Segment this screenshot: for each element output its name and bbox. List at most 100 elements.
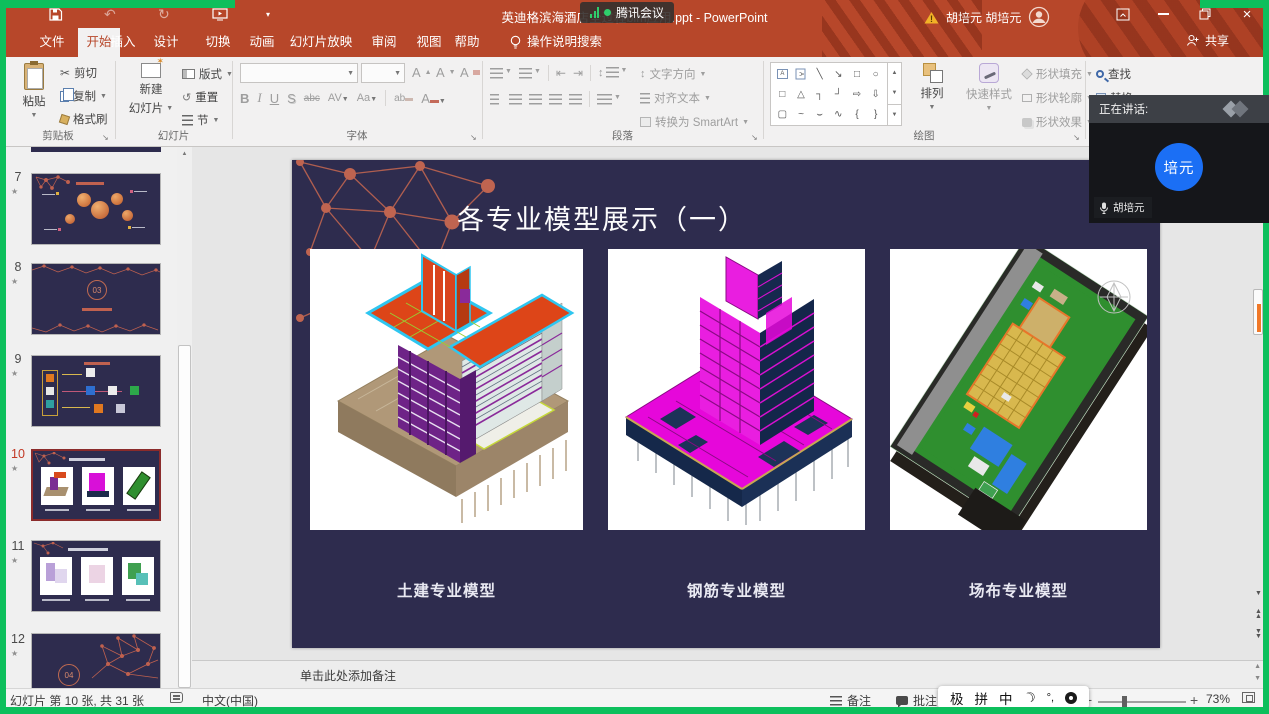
numbering-button[interactable]: ▼ — [519, 68, 541, 79]
avatar-icon[interactable] — [1028, 6, 1050, 28]
tab-insert[interactable]: 插入 — [103, 28, 143, 57]
shapes-gallery[interactable]: AA╲↘□○ □△┐┘⇨⇩ ▢~⌣∿{} ▲▼▼ — [770, 62, 902, 126]
ime-punctuation-icon[interactable]: °, — [1047, 692, 1054, 704]
notes-scroll-up-icon[interactable]: ▲ — [1254, 663, 1261, 670]
meeting-floating-pill[interactable]: 腾讯会议 — [580, 2, 674, 23]
bold-button[interactable]: B — [240, 91, 249, 106]
share-button[interactable]: 共享 — [1186, 32, 1229, 49]
grow-font-button[interactable]: A▲ — [412, 65, 432, 80]
tab-file[interactable]: 文件 — [28, 28, 76, 57]
meeting-overlay-header[interactable]: 正在讲话: — [1089, 95, 1269, 123]
drawing-dialog-launcher-icon[interactable]: ↘ — [1073, 133, 1080, 142]
slide-area-scrollbar-thumb[interactable] — [1253, 289, 1263, 335]
text-highlight-button[interactable]: ab — [394, 93, 413, 104]
italic-button[interactable]: I — [257, 90, 261, 106]
character-spacing-button[interactable]: AV▼ — [328, 92, 349, 104]
reset-button[interactable]: ↺ 重置 — [182, 89, 218, 105]
minimize-button[interactable] — [1146, 0, 1180, 28]
paragraph-dialog-launcher-icon[interactable]: ↘ — [751, 133, 758, 142]
ime-mode-1[interactable]: 极 — [950, 688, 964, 708]
font-color-button[interactable]: A▼ — [421, 91, 446, 106]
copy-button[interactable]: 复制 ▼ — [60, 88, 107, 104]
tell-me-search[interactable]: 操作说明搜索 — [527, 28, 627, 57]
paste-button[interactable]: 粘贴 ▼ — [12, 63, 56, 119]
caption-site[interactable]: 场布专业模型 — [890, 579, 1147, 601]
tab-review[interactable]: 审阅 — [364, 28, 404, 57]
tab-transitions[interactable]: 切换 — [198, 28, 238, 57]
font-name-combo[interactable]: ▼ — [240, 63, 358, 83]
notes-scroll-down-icon[interactable]: ▼ — [1254, 675, 1261, 682]
justify-icon[interactable] — [549, 94, 562, 105]
tab-design[interactable]: 设计 — [146, 28, 186, 57]
shape-fill-button[interactable]: 形状填充▼ — [1022, 66, 1093, 82]
new-slide-button[interactable]: 新建 幻灯片▼ — [124, 63, 178, 116]
tab-animations[interactable]: 动画 — [242, 28, 282, 57]
zoom-in-button[interactable]: + — [1190, 692, 1198, 708]
caption-rebar[interactable]: 钢筋专业模型 — [608, 579, 865, 601]
notes-placeholder[interactable]: 单击此处添加备注 — [300, 667, 396, 684]
find-button[interactable]: 查找 — [1096, 66, 1131, 82]
line-spacing-button[interactable]: ↕▼ — [598, 67, 627, 79]
clear-formatting-button[interactable]: A — [460, 65, 480, 80]
notes-pane[interactable]: 单击此处添加备注 ▲ ▼ — [192, 660, 1269, 688]
accessibility-book-icon[interactable] — [170, 692, 183, 703]
decrease-indent-icon[interactable]: ⇤ — [556, 66, 566, 80]
thumbnail-slide-11[interactable] — [31, 540, 161, 612]
model-image-rebar[interactable] — [608, 249, 865, 530]
layout-button[interactable]: 版式▼ — [182, 66, 233, 82]
thumbnail-scrollbar-thumb[interactable] — [178, 345, 191, 688]
tab-help[interactable]: 帮助 — [447, 28, 487, 57]
model-image-civil[interactable] — [310, 249, 583, 530]
caption-civil[interactable]: 土建专业模型 — [310, 579, 583, 601]
account-area[interactable]: ! 胡培元 胡培元 — [924, 6, 1050, 28]
layout-icon — [182, 69, 195, 79]
align-text-button[interactable]: 对齐文本▼ — [640, 90, 711, 106]
text-shadow-button[interactable]: S — [287, 91, 296, 106]
font-dialog-launcher-icon[interactable]: ↘ — [470, 133, 477, 142]
arrange-button[interactable]: 排列 ▼ — [908, 63, 956, 111]
font-size-combo[interactable]: ▼ — [361, 63, 405, 83]
ime-mode-3[interactable]: 中 — [999, 688, 1013, 708]
shrink-font-button[interactable]: A▼ — [436, 65, 456, 80]
model-image-site[interactable] — [890, 249, 1147, 530]
ribbon-display-options-icon[interactable] — [1106, 0, 1140, 28]
change-case-button[interactable]: Aa▼ — [357, 92, 377, 104]
fit-to-window-icon[interactable] — [1242, 692, 1255, 703]
align-left-icon[interactable] — [490, 94, 502, 105]
thumbnail-slide-12[interactable]: 04 — [31, 633, 161, 688]
shape-outline-button[interactable]: 形状轮廓▼ — [1022, 90, 1093, 106]
slide-title[interactable]: 各专业模型展示（一） — [292, 198, 912, 237]
thumbnail-scrollbar[interactable]: ▲ — [177, 147, 192, 688]
text-direction-button[interactable]: ↕ 文字方向▼ — [640, 66, 706, 82]
section-button[interactable]: 节▼ — [182, 112, 219, 128]
tab-slideshow[interactable]: 幻灯片放映 — [282, 28, 360, 57]
columns-button[interactable]: ▼ — [597, 94, 621, 105]
scroll-up-icon[interactable]: ▲ — [177, 151, 192, 157]
quick-styles-button[interactable]: 快速样式 ▼ — [960, 63, 1018, 112]
thumbnail-slide-8[interactable]: 03 — [31, 263, 161, 335]
ime-toolbar[interactable]: 极 拼 中 ☽ °, — [938, 686, 1089, 709]
zoom-slider-track[interactable] — [1098, 701, 1186, 703]
thumbnail-slide-7[interactable] — [31, 173, 161, 245]
ime-settings-gear-icon[interactable] — [1065, 692, 1077, 704]
clipboard-dialog-launcher-icon[interactable]: ↘ — [102, 133, 109, 142]
align-right-icon[interactable] — [529, 94, 542, 105]
tab-view[interactable]: 视图 — [409, 28, 449, 57]
bullets-button[interactable]: ▼ — [490, 68, 512, 79]
strikethrough-button[interactable]: abc — [304, 93, 320, 104]
slide-canvas[interactable]: 各专业模型展示（一） — [292, 160, 1160, 648]
thumbnail-slide-10-selected[interactable] — [31, 449, 161, 521]
thumbnail-partial-slide6[interactable] — [31, 147, 161, 152]
format-painter-button[interactable]: 格式刷 — [60, 111, 108, 127]
underline-button[interactable]: U — [270, 91, 279, 106]
zoom-level[interactable]: 73% — [1206, 692, 1230, 706]
distribute-icon[interactable] — [569, 94, 582, 105]
ime-moon-icon[interactable]: ☽ — [1021, 688, 1039, 708]
align-center-icon[interactable] — [509, 94, 522, 105]
meeting-overlay-panel[interactable]: 正在讲话: 培元 胡培元 — [1089, 95, 1269, 223]
cut-button[interactable]: ✂ 剪切 — [60, 65, 97, 81]
ime-mode-2[interactable]: 拼 — [975, 688, 989, 708]
shapes-gallery-scroll[interactable]: ▲▼▼ — [887, 63, 901, 125]
thumbnail-slide-9[interactable] — [31, 355, 161, 427]
increase-indent-icon[interactable]: ⇥ — [573, 66, 583, 80]
